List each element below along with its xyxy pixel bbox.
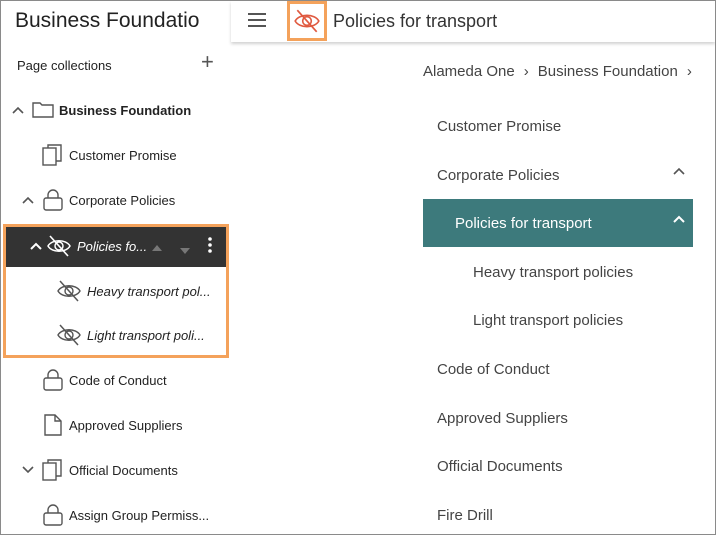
lock-icon [41, 188, 65, 212]
nav-item-customer-promise[interactable]: Customer Promise [423, 102, 693, 150]
nav-item-fire-drill[interactable]: Fire Drill [423, 491, 693, 534]
nav-item-label: Light transport policies [473, 311, 624, 329]
nav-item-code-of-conduct[interactable]: Code of Conduct [423, 345, 693, 393]
breadcrumb: Alameda One › Business Foundation › [423, 63, 701, 80]
nav-item-label: Code of Conduct [437, 360, 550, 378]
tree-item-approved-suppliers[interactable]: Approved Suppliers [1, 403, 231, 447]
tree-item-label: Approved Suppliers [69, 417, 183, 433]
nav-item-official-documents[interactable]: Official Documents [423, 442, 693, 490]
tree-item-label: Customer Promise [69, 147, 177, 163]
tree-item-label: Business Foundation [59, 102, 192, 118]
tree-item-corporate-policies[interactable]: Corporate Policies [1, 178, 231, 222]
breadcrumb-separator: › [686, 63, 692, 80]
app-window: Business Foundatio Page collections + Bu… [0, 0, 716, 535]
tree-item-label: Corporate Policies [69, 192, 176, 208]
hamburger-menu-icon[interactable] [248, 13, 266, 31]
breadcrumb-separator: › [523, 63, 529, 80]
add-collection-button[interactable]: + [201, 51, 214, 73]
tree-item-assign-group-permissions[interactable]: Assign Group Permiss... [1, 493, 231, 534]
left-panel: Business Foundatio Page collections + Bu… [1, 1, 231, 534]
page-title: Policies for transport [333, 11, 498, 31]
top-header: Policies for transport [231, 1, 715, 42]
chevron-down-icon[interactable] [21, 463, 35, 477]
nav-item-label: Approved Suppliers [437, 409, 568, 427]
app-title: Business Foundatio [15, 9, 200, 32]
folder-icon [31, 98, 55, 122]
chevron-up-icon[interactable] [21, 193, 35, 207]
nav-item-light-transport[interactable]: Light transport policies [423, 296, 693, 344]
eye-off-icon [294, 9, 320, 33]
tree-item-label: Assign Group Permiss... [69, 507, 210, 523]
breadcrumb-item[interactable]: Alameda One [423, 63, 515, 80]
selection-highlight-box [3, 224, 229, 358]
lock-icon [41, 368, 65, 392]
breadcrumb-item[interactable]: Business Foundation [538, 63, 678, 80]
chevron-up-icon[interactable] [673, 167, 685, 175]
tree-item-customer-promise[interactable]: Customer Promise [1, 133, 231, 177]
nav-item-label: Heavy transport policies [473, 263, 634, 281]
nav-item-label: Corporate Policies [437, 166, 560, 184]
nav-item-label: Policies for transport [455, 214, 592, 232]
tree-item-code-of-conduct[interactable]: Code of Conduct [1, 358, 231, 402]
pages-icon [41, 458, 65, 482]
chevron-up-icon[interactable] [673, 215, 685, 223]
nav-item-label: Official Documents [437, 457, 563, 475]
nav-item-approved-suppliers[interactable]: Approved Suppliers [423, 394, 693, 442]
nav-item-heavy-transport[interactable]: Heavy transport policies [423, 248, 693, 296]
tree-item-official-documents[interactable]: Official Documents [1, 448, 231, 492]
tree-item-label: Official Documents [69, 462, 178, 478]
page-icon [41, 413, 65, 437]
pages-icon [41, 143, 65, 167]
tree-item-business-foundation[interactable]: Business Foundation [1, 88, 231, 132]
page-collections-label: Page collections [17, 58, 112, 73]
visibility-toggle-button[interactable] [287, 1, 327, 41]
nav-item-label: Fire Drill [437, 506, 493, 524]
nav-item-policies-for-transport[interactable]: Policies for transport [423, 199, 693, 247]
nav-item-corporate-policies[interactable]: Corporate Policies [423, 151, 693, 199]
lock-icon [41, 503, 65, 527]
chevron-up-icon[interactable] [11, 103, 25, 117]
tree-item-label: Code of Conduct [69, 372, 167, 388]
nav-item-label: Customer Promise [437, 117, 562, 135]
